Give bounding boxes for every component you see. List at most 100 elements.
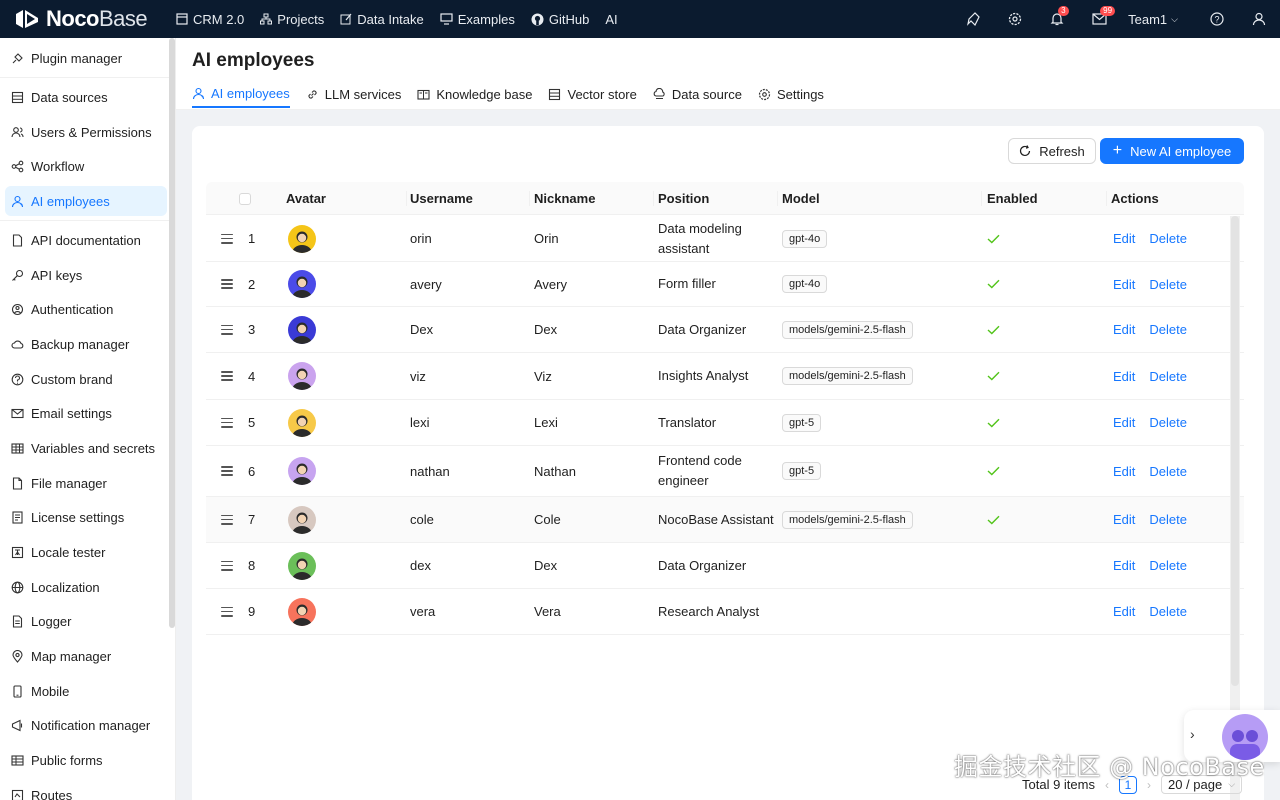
user-button[interactable] <box>1238 0 1280 38</box>
theme-button[interactable] <box>952 0 994 38</box>
sidebar-item-mobile[interactable]: Mobile <box>5 676 167 706</box>
delete-link[interactable]: Delete <box>1149 322 1187 337</box>
sidebar-item-custom-brand[interactable]: Custom brand <box>5 364 167 394</box>
position-text: Translator <box>658 414 717 430</box>
drag-handle-icon[interactable] <box>221 560 233 571</box>
edit-link[interactable]: Edit <box>1113 464 1135 479</box>
tab-settings[interactable]: Settings <box>758 80 824 108</box>
table-scrollbar-thumb[interactable] <box>1231 216 1239 686</box>
sidebar-item-locale-tester[interactable]: Locale tester <box>5 537 167 567</box>
model-cell: gpt-5 <box>782 400 822 445</box>
delete-link[interactable]: Delete <box>1149 231 1187 246</box>
drag-handle-icon[interactable] <box>221 371 233 381</box>
table-row[interactable]: 7 cole Cole NocoBase Assistant models/ge… <box>206 497 1244 543</box>
drag-handle-icon[interactable] <box>221 606 233 617</box>
drag-handle-icon[interactable] <box>221 417 233 428</box>
sidebar-item-license-settings[interactable]: License settings <box>5 502 167 532</box>
topnav-github[interactable]: GitHub <box>531 12 589 27</box>
sidebar-item-logger[interactable]: Logger <box>5 606 167 636</box>
table-row[interactable]: 3 Dex Dex Data Organizer models/gemini-2… <box>206 307 1244 353</box>
sidebar-item-file-manager[interactable]: File manager <box>5 468 167 498</box>
drag-handle-icon[interactable] <box>221 233 233 244</box>
sidebar-item-plugin-manager[interactable]: Plugin manager <box>5 43 167 73</box>
tab-data-source[interactable]: Data source <box>653 80 742 108</box>
tab-ai-employees[interactable]: AI employees <box>192 80 290 108</box>
delete-link[interactable]: Delete <box>1149 464 1187 479</box>
position-text: Research Analyst <box>658 603 760 619</box>
tab-knowledge-base[interactable]: Knowledge base <box>417 80 532 108</box>
team-selector[interactable]: Team1 ⌵ <box>1120 12 1196 27</box>
model-cell: models/gemini-2.5-flash <box>782 307 913 352</box>
logo-mark-icon <box>14 8 40 30</box>
sidebar-item-public-forms[interactable]: Public forms <box>5 745 167 775</box>
sidebar-item-data-sources[interactable]: Data sources <box>5 82 167 112</box>
sidebar-item-workflow[interactable]: Workflow <box>5 151 167 181</box>
edit-link[interactable]: Edit <box>1113 558 1135 573</box>
drag-handle-icon[interactable] <box>221 324 233 335</box>
sidebar-item-localization[interactable]: Localization <box>5 572 167 602</box>
sidebar-item-ai-employees[interactable]: AI employees <box>5 186 167 216</box>
edit-link[interactable]: Edit <box>1113 415 1135 430</box>
edit-link[interactable]: Edit <box>1113 369 1135 384</box>
topnav-data-intake[interactable]: Data Intake <box>340 12 424 27</box>
table-row[interactable]: 1 orin Orin Data modeling assistant gpt-… <box>206 216 1244 262</box>
chevron-right-icon[interactable]: › <box>1190 726 1195 742</box>
drag-handle-icon[interactable] <box>221 514 233 525</box>
sidebar-item-api-keys[interactable]: API keys <box>5 260 167 290</box>
new-ai-employee-button[interactable]: + New AI employee <box>1100 138 1244 164</box>
sidebar-item-users-permissions[interactable]: Users & Permissions <box>5 117 167 147</box>
sidebar-item-map-manager[interactable]: Map manager <box>5 641 167 671</box>
robot-icon <box>192 87 205 100</box>
delete-link[interactable]: Delete <box>1149 369 1187 384</box>
sidebar-item-api-documentation[interactable]: API documentation <box>5 225 167 255</box>
table-row[interactable]: 5 lexi Lexi Translator gpt-5 Edit Delete <box>206 400 1244 446</box>
delete-link[interactable]: Delete <box>1149 277 1187 292</box>
edit-link[interactable]: Edit <box>1113 277 1135 292</box>
notifications-button[interactable]: 3 <box>1036 0 1078 38</box>
table-row[interactable]: 2 avery Avery Form filler gpt-4o Edit De… <box>206 262 1244 307</box>
drag-handle-icon[interactable] <box>221 466 233 476</box>
topnav-examples[interactable]: Examples <box>440 12 515 27</box>
delete-link[interactable]: Delete <box>1149 604 1187 619</box>
sidebar-item-authentication[interactable]: Authentication <box>5 294 167 324</box>
sidebar-item-backup-manager[interactable]: Backup manager <box>5 329 167 359</box>
avatar-cell <box>288 353 316 399</box>
table-row[interactable]: 4 viz Viz Insights Analyst models/gemini… <box>206 353 1244 400</box>
sidebar-item-variables-and-secrets[interactable]: Variables and secrets <box>5 433 167 463</box>
delete-link[interactable]: Delete <box>1149 512 1187 527</box>
position-cell: NocoBase Assistant <box>658 497 778 542</box>
avatar <box>288 505 316 534</box>
topnav-ai[interactable]: AI <box>605 12 617 27</box>
mail-button[interactable]: 99 <box>1078 0 1120 38</box>
table-row[interactable]: 6 nathan Nathan Frontend code engineer g… <box>206 446 1244 497</box>
edit-link[interactable]: Edit <box>1113 512 1135 527</box>
settings-button[interactable] <box>994 0 1036 38</box>
tab-llm-services[interactable]: LLM services <box>306 80 401 108</box>
sidebar-item-email-settings[interactable]: Email settings <box>5 398 167 428</box>
edit-link[interactable]: Edit <box>1113 231 1135 246</box>
select-all-checkbox[interactable] <box>239 192 251 205</box>
enabled-cell <box>987 262 1000 306</box>
avatar-cell <box>288 216 316 261</box>
sidebar-item-notification-manager[interactable]: Notification manager <box>5 710 167 740</box>
help-button[interactable]: ? <box>1196 0 1238 38</box>
sidebar-item-label: API documentation <box>31 232 141 248</box>
position-text: Form filler <box>658 276 716 291</box>
position-cell: Frontend code engineer <box>658 446 778 496</box>
refresh-button[interactable]: Refresh <box>1008 138 1096 164</box>
avatar-cell <box>288 400 316 445</box>
topnav-crm[interactable]: CRM 2.0 <box>176 12 244 27</box>
database-icon <box>548 88 561 101</box>
tab-vector-store[interactable]: Vector store <box>548 80 637 108</box>
table-row[interactable]: 8 dex Dex Data Organizer Edit Delete <box>206 543 1244 589</box>
delete-link[interactable]: Delete <box>1149 558 1187 573</box>
logo[interactable]: NocoBase <box>0 6 176 32</box>
sidebar-scrollbar[interactable] <box>169 38 175 628</box>
edit-link[interactable]: Edit <box>1113 604 1135 619</box>
sidebar-item-routes[interactable]: Routes <box>5 780 167 800</box>
edit-link[interactable]: Edit <box>1113 322 1135 337</box>
topnav-projects[interactable]: Projects <box>260 12 324 27</box>
drag-handle-icon[interactable] <box>221 279 233 289</box>
table-row[interactable]: 9 vera Vera Research Analyst Edit Delete <box>206 589 1244 635</box>
delete-link[interactable]: Delete <box>1149 415 1187 430</box>
